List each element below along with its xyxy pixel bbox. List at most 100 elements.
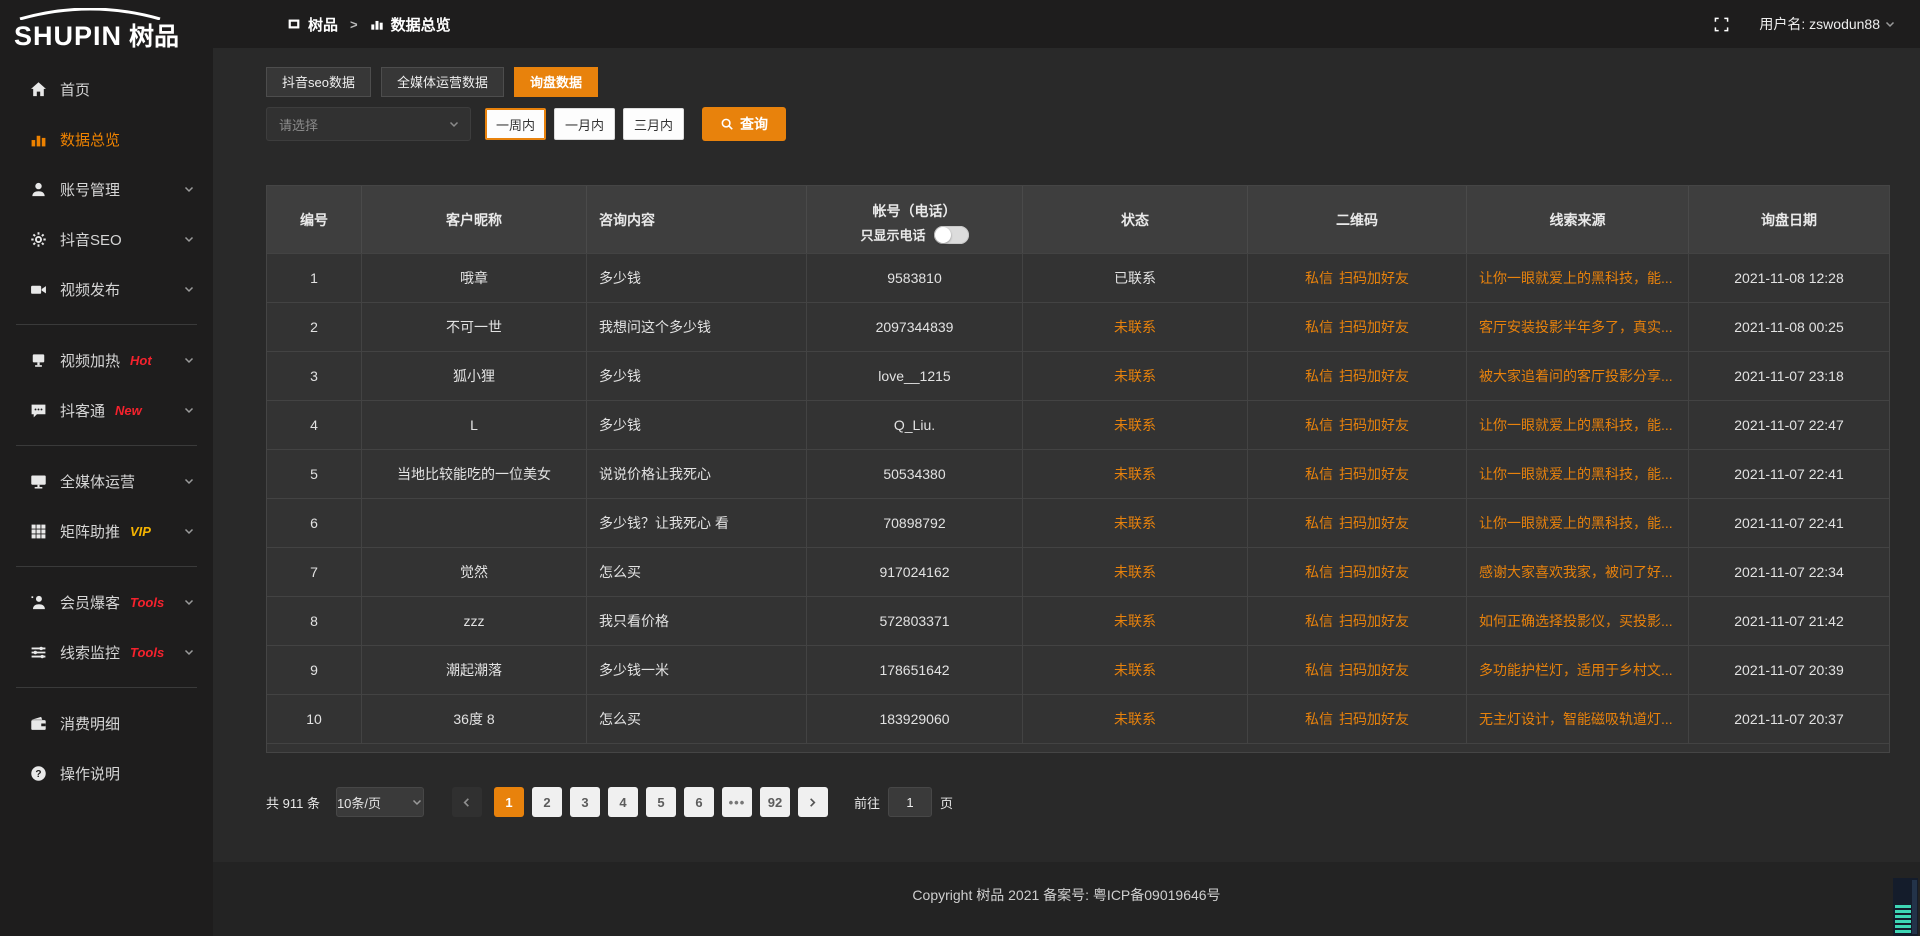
tab-douyin-seo-data[interactable]: 抖音seo数据 bbox=[266, 67, 371, 97]
qrcode-link[interactable]: 扫码加好友 bbox=[1339, 464, 1409, 484]
breadcrumb-home[interactable]: 树品 bbox=[287, 14, 338, 35]
source-link[interactable]: 被大家追着问的客厅投影分享... bbox=[1479, 352, 1673, 400]
cell-qrcode: 私信扫码加好友 bbox=[1248, 352, 1467, 400]
qrcode-link[interactable]: 扫码加好友 bbox=[1339, 317, 1409, 337]
sidebar-item-instructions[interactable]: ? 操作说明 bbox=[0, 748, 213, 798]
sidebar-item-video-publish[interactable]: 视频发布 bbox=[0, 264, 213, 314]
source-link[interactable]: 让你一眼就爱上的黑科技，能... bbox=[1479, 254, 1673, 302]
qrcode-link[interactable]: 扫码加好友 bbox=[1339, 709, 1409, 729]
qrcode-link[interactable]: 扫码加好友 bbox=[1339, 415, 1409, 435]
source-link[interactable]: 如何正确选择投影仪，买投影... bbox=[1479, 597, 1673, 645]
source-link[interactable]: 客厅安装投影半年多了，真实... bbox=[1479, 303, 1673, 351]
page-button[interactable]: 5 bbox=[646, 787, 676, 817]
qrcode-link[interactable]: 私信 bbox=[1305, 464, 1333, 484]
goto-page-input[interactable] bbox=[888, 787, 932, 817]
copyright-text: Copyright 树品 2021 备案号: 粤ICP备09019646号 bbox=[912, 887, 1220, 903]
filter-select[interactable]: 请选择 bbox=[266, 107, 471, 141]
sidebar-item-badge: Tools bbox=[130, 595, 164, 610]
source-link[interactable]: 多功能护栏灯，适用于乡村文... bbox=[1479, 646, 1673, 694]
bar-chart-icon bbox=[370, 17, 384, 31]
qrcode-link[interactable]: 私信 bbox=[1305, 660, 1333, 680]
chevron-down-icon bbox=[183, 475, 195, 487]
sidebar-item-label: 视频加热 bbox=[60, 350, 120, 371]
range-button[interactable]: 一周内 bbox=[485, 108, 546, 140]
page-button[interactable]: 4 bbox=[608, 787, 638, 817]
page-size-select[interactable]: 10条/页 bbox=[336, 787, 424, 817]
qrcode-link[interactable]: 私信 bbox=[1305, 513, 1333, 533]
qrcode-link[interactable]: 私信 bbox=[1305, 317, 1333, 337]
logo-text-en: SHUPIN bbox=[14, 21, 122, 52]
cell-id: 5 bbox=[267, 450, 362, 498]
cell-date: 2021-11-08 00:25 bbox=[1689, 303, 1889, 351]
page-button[interactable]: 92 bbox=[760, 787, 790, 817]
phone-only-toggle[interactable] bbox=[934, 226, 969, 244]
page-button[interactable]: 1 bbox=[494, 787, 524, 817]
sidebar-item-member-burst[interactable]: 会员爆客 Tools bbox=[0, 577, 213, 627]
cell-account: 50534380 bbox=[807, 450, 1023, 498]
qrcode-link[interactable]: 私信 bbox=[1305, 268, 1333, 288]
cell-nickname bbox=[362, 499, 587, 547]
stats-meter-widget bbox=[1893, 878, 1918, 936]
cell-source: 被大家追着问的客厅投影分享... bbox=[1467, 352, 1689, 400]
qrcode-link[interactable]: 私信 bbox=[1305, 611, 1333, 631]
source-link[interactable]: 让你一眼就爱上的黑科技，能... bbox=[1479, 499, 1673, 547]
cell-content: 多少钱 bbox=[587, 352, 807, 400]
fullscreen-icon[interactable] bbox=[1714, 17, 1729, 32]
sidebar-item-lead-monitor[interactable]: 线索监控 Tools bbox=[0, 627, 213, 677]
goto-label: 前往 bbox=[854, 793, 880, 812]
cell-date: 2021-11-07 20:37 bbox=[1689, 695, 1889, 743]
table-row: 3 狐小狸 多少钱 love__1215 未联系 私信扫码加好友 被大家追着问的… bbox=[267, 351, 1889, 400]
sidebar-item-consumption-detail[interactable]: 消费明细 bbox=[0, 698, 213, 748]
qrcode-link[interactable]: 私信 bbox=[1305, 366, 1333, 386]
prev-page-button[interactable] bbox=[452, 787, 482, 817]
page-button[interactable]: 2 bbox=[532, 787, 562, 817]
source-link[interactable]: 让你一眼就爱上的黑科技，能... bbox=[1479, 450, 1673, 498]
sidebar-item-badge: Hot bbox=[130, 353, 152, 368]
query-button[interactable]: 查询 bbox=[702, 107, 786, 141]
qrcode-link[interactable]: 扫码加好友 bbox=[1339, 268, 1409, 288]
qrcode-link[interactable]: 私信 bbox=[1305, 562, 1333, 582]
qrcode-link[interactable]: 私信 bbox=[1305, 709, 1333, 729]
cell-nickname: 当地比较能吃的一位美女 bbox=[362, 450, 587, 498]
qrcode-link[interactable]: 扫码加好友 bbox=[1339, 366, 1409, 386]
qrcode-link[interactable]: 扫码加好友 bbox=[1339, 562, 1409, 582]
pagination-total: 共 911 条 bbox=[266, 793, 320, 812]
page-more-button[interactable]: ••• bbox=[722, 787, 752, 817]
range-button[interactable]: 一月内 bbox=[554, 108, 615, 140]
range-button[interactable]: 三月内 bbox=[623, 108, 684, 140]
table-row: 4 L 多少钱 Q_Liu. 未联系 私信扫码加好友 让你一眼就爱上的黑科技，能… bbox=[267, 400, 1889, 449]
sidebar-item-label: 全媒体运营 bbox=[60, 471, 135, 492]
sidebar-item-douyin-seo[interactable]: 抖音SEO bbox=[0, 214, 213, 264]
sidebar-item-matrix-boost[interactable]: 矩阵助推 VIP bbox=[0, 506, 213, 556]
source-link[interactable]: 感谢大家喜欢我家，被问了好... bbox=[1479, 548, 1673, 596]
sidebar-item-account-management[interactable]: 账号管理 bbox=[0, 164, 213, 214]
next-page-button[interactable] bbox=[798, 787, 828, 817]
sidebar-item-video-heating[interactable]: 视频加热 Hot bbox=[0, 335, 213, 385]
cell-qrcode: 私信扫码加好友 bbox=[1248, 499, 1467, 547]
sidebar-item-omni-media[interactable]: 全媒体运营 bbox=[0, 456, 213, 506]
qrcode-link[interactable]: 私信 bbox=[1305, 415, 1333, 435]
cell-date: 2021-11-07 21:42 bbox=[1689, 597, 1889, 645]
sidebar-item-data-overview[interactable]: 数据总览 bbox=[0, 114, 213, 164]
page-button[interactable]: 3 bbox=[570, 787, 600, 817]
source-link[interactable]: 让你一眼就爱上的黑科技，能... bbox=[1479, 401, 1673, 449]
cell-qrcode: 私信扫码加好友 bbox=[1248, 450, 1467, 498]
page-button[interactable]: 6 bbox=[684, 787, 714, 817]
pagination: 共 911 条 10条/页 123456 ••• 92 前往 bbox=[266, 787, 1890, 817]
cell-account: 2097344839 bbox=[807, 303, 1023, 351]
tab-inquiry-data[interactable]: 询盘数据 bbox=[514, 67, 598, 97]
sidebar-item-label: 操作说明 bbox=[60, 763, 120, 784]
qrcode-link[interactable]: 扫码加好友 bbox=[1339, 611, 1409, 631]
sidebar-item-douketong[interactable]: 抖客通 New bbox=[0, 385, 213, 435]
cell-date: 2021-11-07 22:41 bbox=[1689, 450, 1889, 498]
qrcode-link[interactable]: 扫码加好友 bbox=[1339, 513, 1409, 533]
cell-content: 我只看价格 bbox=[587, 597, 807, 645]
breadcrumb-current[interactable]: 数据总览 bbox=[370, 14, 451, 35]
user-menu[interactable]: 用户名: zswodun88 bbox=[1759, 14, 1896, 34]
cell-status: 未联系 bbox=[1023, 401, 1248, 449]
sidebar-item-home[interactable]: 首页 bbox=[0, 64, 213, 114]
qrcode-link[interactable]: 扫码加好友 bbox=[1339, 660, 1409, 680]
column-header-label: 帐号（电话） bbox=[873, 201, 957, 221]
source-link[interactable]: 无主灯设计，智能磁吸轨道灯... bbox=[1479, 695, 1673, 743]
tab-omni-media-data[interactable]: 全媒体运营数据 bbox=[381, 67, 504, 97]
